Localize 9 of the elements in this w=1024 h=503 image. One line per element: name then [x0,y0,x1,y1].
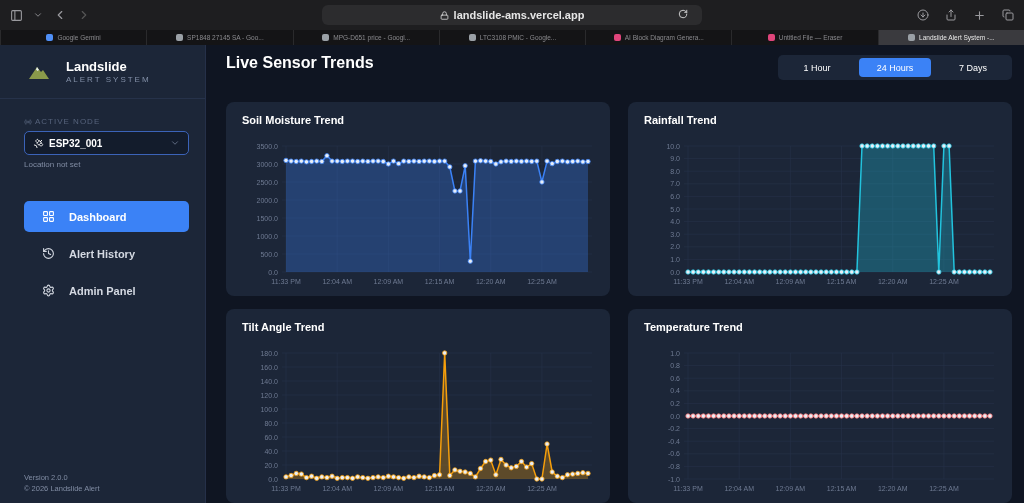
node-label: ACTIVE NODE [35,117,101,126]
chart-title: Rainfall Trend [644,114,718,126]
chart-title: Soil Moisture Trend [242,114,346,126]
brand-title: Landslide [66,59,128,74]
chart-title: Temperature Trend [644,321,744,333]
chart-title: Tilt Angle Trend [242,321,326,333]
brand-subtitle: ALERT SYSTEM [66,75,151,84]
page-title: Live Sensor Trends [226,53,374,72]
location-text: Location not set [24,160,82,169]
